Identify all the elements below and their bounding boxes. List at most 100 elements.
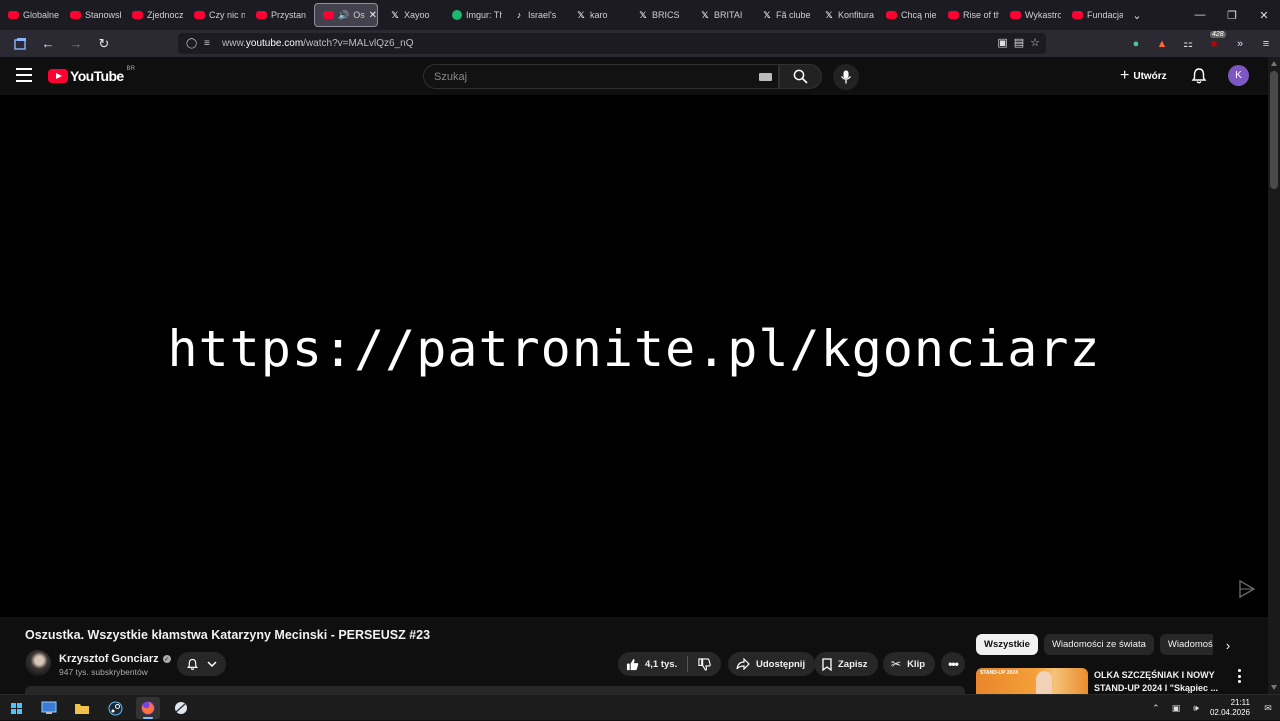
youtube-icon: [256, 11, 267, 19]
browser-tab[interactable]: 🔊 Os ✕: [314, 3, 378, 27]
picture-in-picture-icon[interactable]: ▣: [997, 36, 1007, 49]
page-settings-icon[interactable]: ≡: [204, 38, 218, 49]
tab-list-chevron-icon[interactable]: ⌄: [1126, 4, 1148, 26]
minimize-icon[interactable]: —: [1184, 0, 1216, 30]
restore-icon[interactable]: ❐: [1216, 0, 1248, 30]
browser-tab-title: Os: [353, 10, 365, 20]
url-domain: youtube.com: [245, 38, 304, 49]
subscriber-count: 947 tys. subskrybentów: [59, 667, 148, 677]
shield-icon[interactable]: ◯: [186, 38, 200, 49]
browser-tab[interactable]: Globalne: [0, 3, 62, 27]
browser-tab[interactable]: 𝕏 Konfitura: [816, 3, 878, 27]
taskbar-app-icon[interactable]: [169, 697, 193, 719]
browser-tab[interactable]: Rise of th: [940, 3, 1002, 27]
menu-icon[interactable]: ≡: [1258, 36, 1274, 52]
video-player[interactable]: https://patronite.pl/kgonciarz: [0, 95, 1268, 617]
search-input[interactable]: Szukaj: [423, 64, 779, 89]
extensions-puzzle-icon[interactable]: ⚏: [1180, 36, 1196, 52]
channel-avatar[interactable]: [25, 650, 51, 676]
browser-tab[interactable]: 𝕏 Fã clube: [754, 3, 816, 27]
account-avatar[interactable]: K: [1228, 65, 1249, 86]
reload-icon[interactable]: ↻: [92, 32, 116, 56]
close-tab-icon[interactable]: ✕: [369, 10, 377, 21]
video-title: Oszustka. Wszystkie kłamstwa Katarzyny M…: [25, 628, 431, 642]
chip-world-news[interactable]: Wiadomości ze świata: [1043, 634, 1154, 655]
chip-all[interactable]: Wszystkie: [976, 634, 1038, 655]
scrollbar-thumb[interactable]: [1270, 71, 1278, 189]
channel-name-row[interactable]: Krzysztof Gonciarz ✓: [59, 653, 171, 665]
more-actions-icon[interactable]: •••: [941, 652, 965, 676]
system-tray: ⌃ ▣ 🕪 21:11 02.04.2026 ✉: [1148, 695, 1280, 721]
subscription-notifications-button[interactable]: [177, 652, 226, 676]
tray-chevron-up-icon[interactable]: ⌃: [1148, 700, 1164, 716]
like-button[interactable]: 4,1 tys.: [626, 658, 677, 671]
vpn-shield-icon[interactable]: ●: [1128, 36, 1144, 52]
forward-icon[interactable]: →: [64, 32, 88, 56]
taskbar-firefox-icon[interactable]: [136, 697, 160, 719]
close-window-icon[interactable]: ✕: [1248, 0, 1280, 30]
browser-tab[interactable]: Fundacja: [1064, 3, 1126, 27]
start-button[interactable]: [4, 697, 28, 719]
related-video-menu-icon[interactable]: [1234, 669, 1244, 683]
youtube-icon: [1072, 11, 1083, 19]
sidebar-toggle-icon[interactable]: [8, 32, 32, 56]
imgur-icon: [452, 10, 462, 20]
taskbar-clock[interactable]: 21:11 02.04.2026: [1210, 698, 1250, 718]
browser-tab[interactable]: Zjednocz: [124, 3, 186, 27]
reader-view-icon[interactable]: ▤: [1014, 36, 1024, 49]
dislike-button[interactable]: [698, 657, 711, 671]
browser-tab[interactable]: Przystan: [248, 3, 310, 27]
back-icon[interactable]: ←: [36, 32, 60, 56]
scroll-down-arrow[interactable]: [1271, 685, 1277, 690]
speaker-icon[interactable]: 🔊: [338, 10, 349, 21]
guide-menu-icon[interactable]: [16, 68, 32, 82]
browser-tab[interactable]: Wykastro: [1002, 3, 1064, 27]
browser-tab[interactable]: 𝕏karo: [568, 3, 630, 27]
page-scrollbar[interactable]: [1268, 57, 1280, 694]
overflow-chevrons-icon[interactable]: »: [1232, 36, 1248, 52]
related-video-thumbnail[interactable]: STAND-UP 2024: [976, 668, 1088, 694]
browser-tab[interactable]: Chcą niel: [878, 3, 940, 27]
browser-tab[interactable]: 𝕏 BRICS: [630, 3, 692, 27]
volume-icon[interactable]: 🕪: [1188, 700, 1204, 716]
clip-button[interactable]: ✂ Klip: [883, 652, 936, 676]
related-video-title[interactable]: OLKA SZCZĘŚNIAK I NOWY STAND-UP 2024 I "…: [1094, 669, 1220, 695]
taskbar-folder-icon[interactable]: [70, 697, 94, 719]
channel-name[interactable]: Krzysztof Gonciarz: [59, 653, 159, 665]
description-box[interactable]: [25, 686, 965, 694]
share-button[interactable]: Udostępnij: [728, 652, 816, 676]
chip-news[interactable]: Wiadomości: [1159, 634, 1213, 655]
browser-tab[interactable]: Imgur: Th: [444, 3, 506, 27]
url-bar[interactable]: ◯ ≡ www. youtube.com/watch?v=MALvlQz6_nQ …: [178, 33, 1046, 54]
notifications-icon[interactable]: ✉: [1260, 700, 1276, 716]
bookmark-star-icon[interactable]: ☆: [1030, 36, 1040, 49]
browser-tab[interactable]: 𝕏 BRITAI: [692, 3, 754, 27]
search-button[interactable]: [779, 64, 822, 89]
like-separator: [687, 656, 689, 672]
autoplay-next-icon[interactable]: [1237, 579, 1257, 599]
create-button[interactable]: + Utwórz: [1120, 67, 1167, 85]
voice-search-button[interactable]: [833, 64, 859, 90]
youtube-logo[interactable]: YouTube BR: [48, 66, 135, 84]
chips-next-icon[interactable]: ›: [1220, 637, 1236, 653]
browser-tab[interactable]: ♪ Israel's: [506, 3, 568, 27]
browser-tab-title: Fundacja: [1087, 10, 1123, 20]
search-placeholder: Szukaj: [434, 70, 468, 83]
taskbar-explorer-app-icon[interactable]: [37, 697, 61, 719]
browser-tab[interactable]: Stanowsk: [62, 3, 124, 27]
notifications-bell-icon[interactable]: [1190, 67, 1208, 85]
youtube-icon: [886, 11, 897, 19]
keyboard-icon[interactable]: [759, 73, 772, 81]
scroll-up-arrow[interactable]: [1271, 61, 1277, 66]
youtube-header: YouTube BR Szukaj + Utwórz K: [0, 57, 1268, 95]
extension-fox-icon[interactable]: ▲: [1154, 36, 1170, 52]
browser-tab[interactable]: 𝕏 Xayoo: [382, 3, 444, 27]
taskbar-steam-icon[interactable]: [103, 697, 127, 719]
browser-tab-title: Israel's: [528, 10, 557, 20]
browser-tab-title: BRITAI: [714, 10, 743, 20]
save-button[interactable]: Zapisz: [814, 652, 878, 676]
ublock-icon[interactable]: ■ 428: [1206, 30, 1226, 52]
network-icon[interactable]: ▣: [1168, 700, 1184, 716]
browser-tab[interactable]: Czy nic n: [186, 3, 248, 27]
browser-tab-title: Czy nic n: [209, 10, 245, 20]
